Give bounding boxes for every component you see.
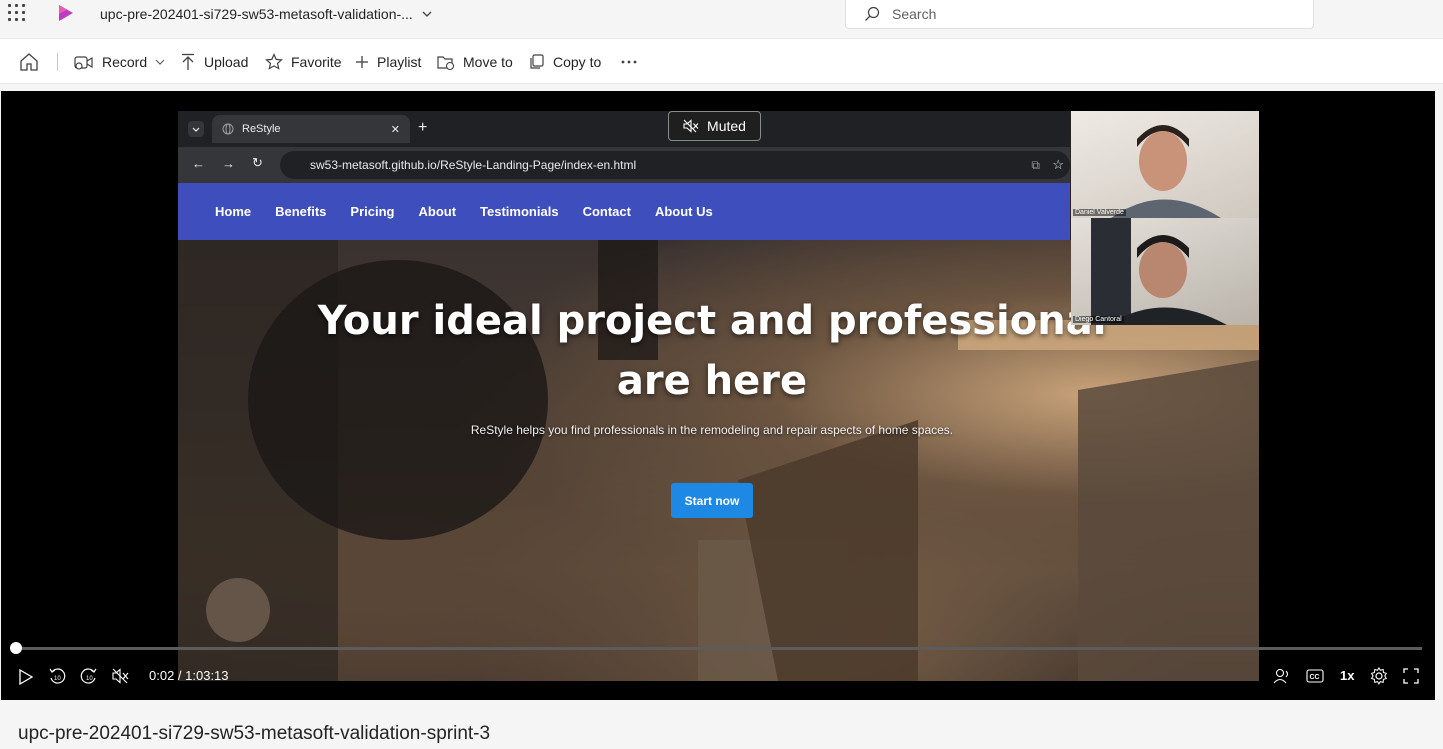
star-icon bbox=[265, 53, 283, 70]
document-title: upc-pre-202401-si729-sw53-metasoft-valid… bbox=[100, 6, 413, 22]
command-toolbar: Record Upload Favorite Playlist Move to … bbox=[0, 38, 1443, 84]
time-display: 0:02 / 1:03:13 bbox=[149, 668, 229, 683]
url-field[interactable]: sw53-metasoft.github.io/ReStyle-Landing-… bbox=[280, 151, 1070, 179]
star-icon[interactable]: ☆ bbox=[1052, 157, 1064, 173]
chevron-down-icon bbox=[422, 11, 432, 17]
upload-icon bbox=[182, 53, 194, 70]
search-box[interactable]: Search bbox=[845, 0, 1314, 29]
app-launcher-icon[interactable] bbox=[8, 4, 26, 22]
document-title-dropdown[interactable]: upc-pre-202401-si729-sw53-metasoft-valid… bbox=[100, 6, 433, 22]
translate-icon[interactable]: ⧉ bbox=[1031, 158, 1040, 173]
participant-avatar bbox=[1111, 125, 1221, 218]
playlist-label: Playlist bbox=[377, 54, 422, 70]
close-icon[interactable]: ✕ bbox=[391, 123, 400, 136]
participant-name-2: Diego Cantoral bbox=[1073, 316, 1124, 323]
svg-text:10: 10 bbox=[54, 676, 61, 682]
nav-benefits[interactable]: Benefits bbox=[275, 204, 326, 219]
playback-speed-button[interactable]: 1x bbox=[1340, 668, 1354, 683]
hero-subtitle: ReStyle helps you find professionals in … bbox=[470, 423, 954, 437]
volume-muted-icon[interactable] bbox=[112, 668, 130, 684]
muted-label: Muted bbox=[707, 118, 746, 134]
settings-gear-icon[interactable] bbox=[1370, 667, 1388, 685]
more-options-button[interactable] bbox=[621, 51, 637, 73]
reload-icon[interactable]: ↻ bbox=[252, 155, 263, 171]
toolbar-divider bbox=[57, 53, 58, 71]
browser-tab-title: ReStyle bbox=[242, 123, 281, 135]
fullscreen-icon[interactable] bbox=[1403, 668, 1419, 684]
copy-icon bbox=[530, 54, 544, 69]
tab-search-button[interactable] bbox=[188, 121, 204, 137]
copy-to-button[interactable]: Copy to bbox=[529, 51, 601, 73]
video-title: upc-pre-202401-si729-sw53-metasoft-valid… bbox=[18, 723, 491, 744]
speaker-muted-icon bbox=[683, 119, 699, 133]
muted-indicator[interactable]: Muted bbox=[668, 111, 761, 141]
playlist-button[interactable]: Playlist bbox=[355, 51, 421, 73]
play-icon[interactable] bbox=[18, 668, 34, 686]
seek-bar[interactable] bbox=[15, 647, 1422, 650]
video-frame[interactable]: ReStyle ✕ + ← → ↻ sw53-metasoft.github.i… bbox=[178, 111, 1259, 681]
record-icon bbox=[74, 56, 93, 70]
participant-video-1: Daniel Valverde bbox=[1071, 111, 1259, 218]
record-label: Record bbox=[102, 54, 148, 70]
top-bar: upc-pre-202401-si729-sw53-metasoft-valid… bbox=[0, 0, 1443, 30]
favorite-label: Favorite bbox=[291, 54, 342, 70]
forward-arrow-icon[interactable]: → bbox=[222, 156, 235, 171]
participant-name-1: Daniel Valverde bbox=[1073, 209, 1126, 216]
home-icon bbox=[20, 53, 38, 71]
stream-logo-icon bbox=[59, 5, 73, 21]
new-tab-plus-icon[interactable]: + bbox=[418, 119, 427, 137]
move-to-label: Move to bbox=[463, 54, 513, 70]
home-button[interactable] bbox=[18, 51, 40, 73]
seek-handle[interactable] bbox=[10, 642, 22, 654]
closed-captions-icon[interactable]: CC bbox=[1306, 669, 1324, 683]
hero-title-line-2: are here bbox=[616, 358, 808, 404]
folder-move-icon bbox=[437, 56, 455, 70]
nav-contact[interactable]: Contact bbox=[583, 204, 631, 219]
svg-text:10: 10 bbox=[86, 676, 93, 682]
globe-icon bbox=[222, 123, 234, 135]
nav-about[interactable]: About bbox=[419, 204, 457, 219]
url-text: sw53-metasoft.github.io/ReStyle-Landing-… bbox=[310, 158, 637, 172]
upload-label: Upload bbox=[204, 54, 249, 70]
nav-testimonials[interactable]: Testimonials bbox=[480, 204, 559, 219]
forward-10-icon[interactable]: 10 bbox=[80, 667, 98, 685]
record-button[interactable]: Record bbox=[74, 51, 165, 73]
upload-button[interactable]: Upload bbox=[180, 51, 248, 73]
participant-video-2: Diego Cantoral bbox=[1071, 218, 1259, 325]
video-player[interactable]: ReStyle ✕ + ← → ↻ sw53-metasoft.github.i… bbox=[1, 91, 1435, 700]
svg-text:CC: CC bbox=[1310, 674, 1320, 681]
participant-avatar bbox=[1091, 218, 1227, 325]
nav-pricing[interactable]: Pricing bbox=[350, 204, 394, 219]
search-placeholder: Search bbox=[892, 6, 937, 22]
speaker-attribution-icon[interactable] bbox=[1273, 668, 1291, 684]
browser-tab-restyle[interactable]: ReStyle ✕ bbox=[212, 115, 410, 143]
nav-about-us[interactable]: About Us bbox=[655, 204, 713, 219]
browser-tab-strip: ReStyle ✕ + bbox=[178, 111, 1070, 147]
site-navigation: Home Benefits Pricing About Testimonials… bbox=[178, 183, 1070, 240]
rewind-10-icon[interactable]: 10 bbox=[48, 667, 66, 685]
search-icon bbox=[865, 6, 880, 21]
favorite-button[interactable]: Favorite bbox=[265, 51, 342, 73]
move-to-button[interactable]: Move to bbox=[437, 51, 513, 73]
chevron-down-icon bbox=[192, 127, 200, 132]
copy-to-label: Copy to bbox=[553, 54, 602, 70]
more-horizontal-icon bbox=[621, 60, 637, 64]
browser-address-bar: ← → ↻ sw53-metasoft.github.io/ReStyle-La… bbox=[178, 147, 1070, 183]
start-now-button[interactable]: Start now bbox=[671, 483, 753, 518]
plus-icon bbox=[356, 56, 368, 68]
nav-home[interactable]: Home bbox=[215, 204, 251, 219]
back-arrow-icon[interactable]: ← bbox=[192, 156, 205, 171]
chevron-down-icon bbox=[155, 59, 165, 65]
